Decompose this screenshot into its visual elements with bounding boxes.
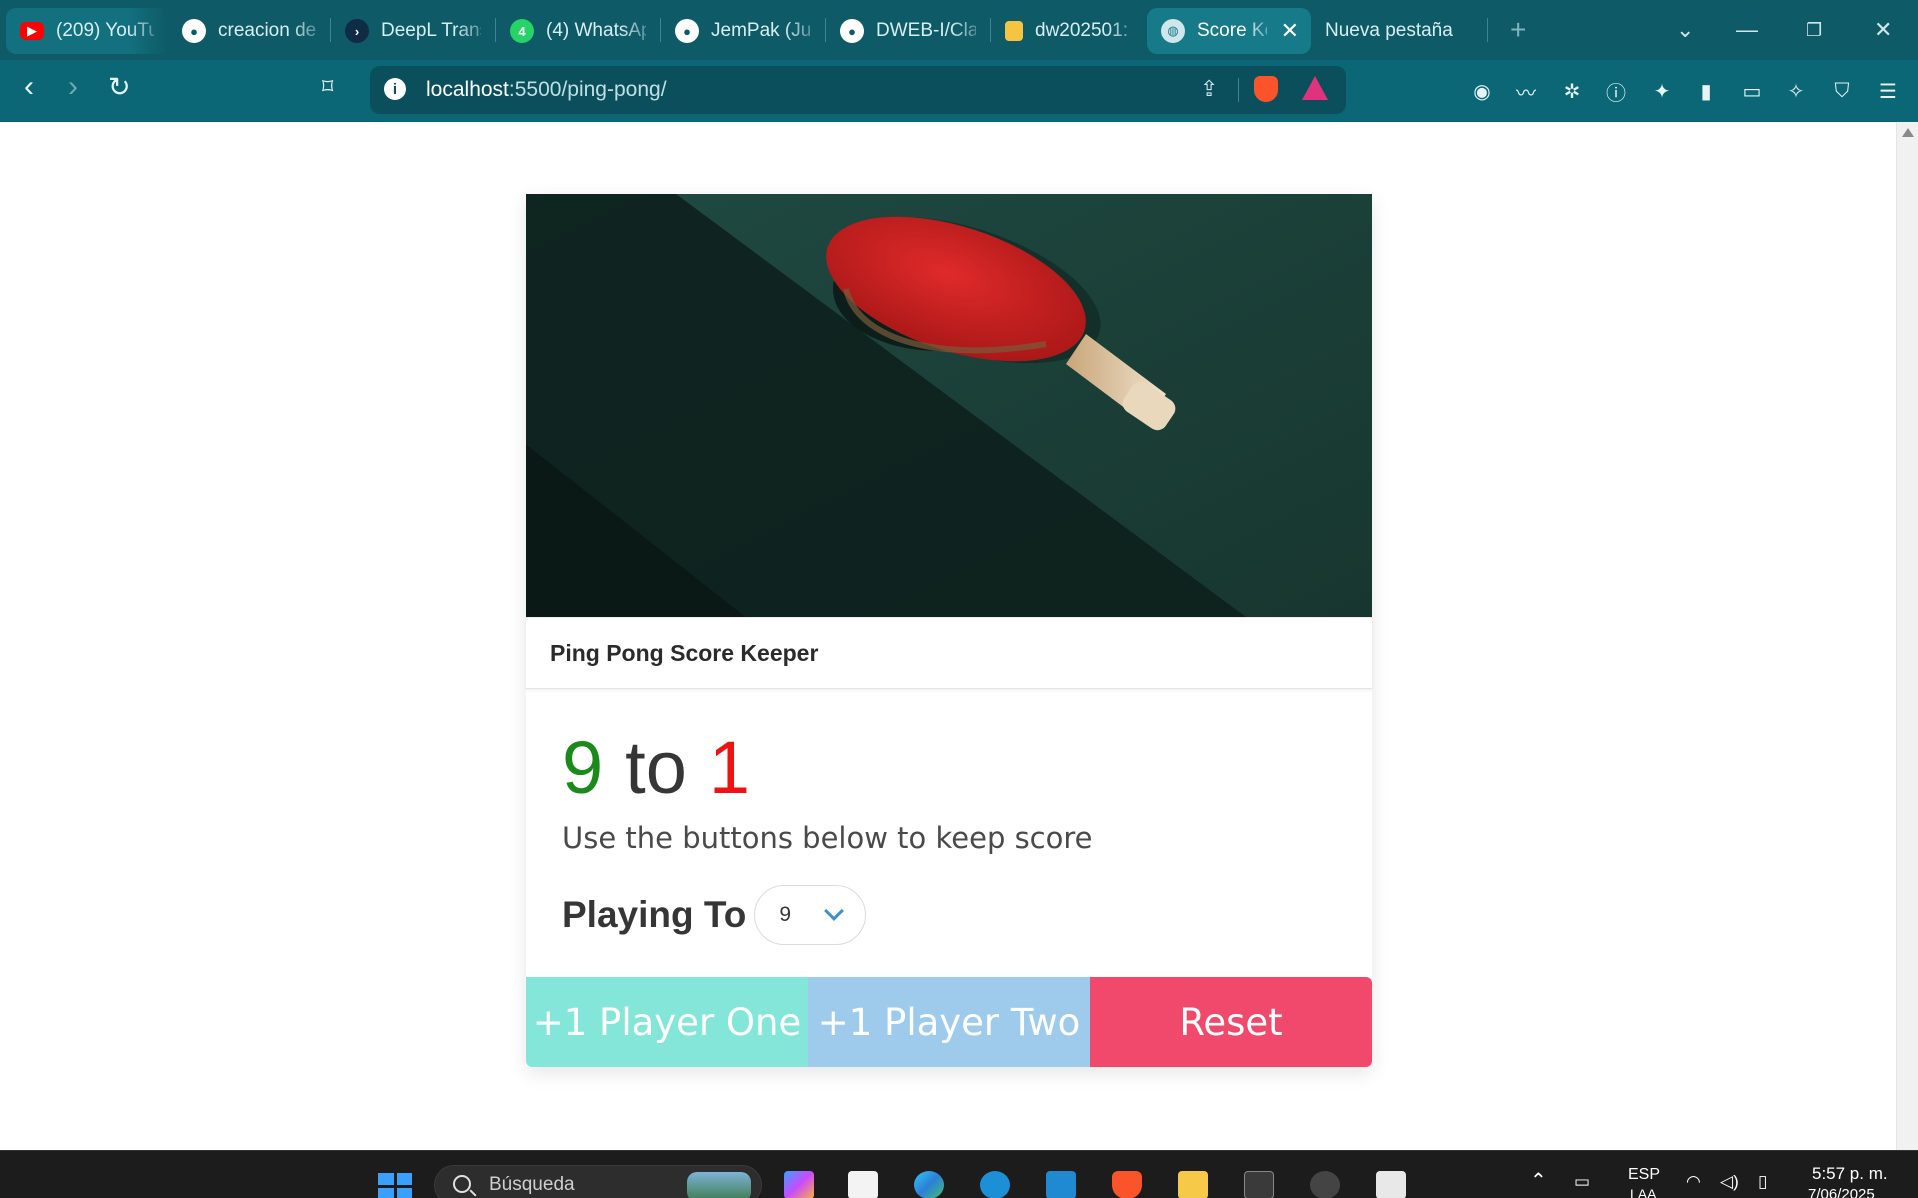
minimize-icon[interactable]: — bbox=[1736, 0, 1758, 60]
whatsapp-icon: 4 bbox=[510, 19, 534, 43]
vpn-shield-icon[interactable]: ⛉ bbox=[1830, 79, 1854, 103]
browser-tab-strip: ▶ (209) YouTube ● creacion de › DeepL Tr… bbox=[0, 0, 1918, 60]
edge-icon[interactable] bbox=[914, 1171, 944, 1198]
playing-to-row: Playing To 9 bbox=[562, 885, 1336, 945]
tab-github-jempak[interactable]: ● JemPak (Juan bbox=[661, 8, 825, 54]
battery-icon[interactable]: ▯ bbox=[1758, 1172, 1767, 1192]
brave-shields-icon[interactable] bbox=[1254, 76, 1278, 102]
deepl-icon: › bbox=[345, 19, 369, 43]
youtube-icon: ▶ bbox=[20, 22, 44, 40]
restore-icon[interactable]: ❐ bbox=[1806, 0, 1822, 60]
docker-icon[interactable] bbox=[980, 1171, 1010, 1198]
terminal-icon[interactable] bbox=[1244, 1171, 1274, 1198]
bookmark-icon[interactable]: ⌑ bbox=[322, 74, 333, 100]
address-bar[interactable]: i localhost:5500/ping-pong/ ⇪ bbox=[370, 66, 1346, 114]
clock-date: 7/06/2025 bbox=[1808, 1186, 1875, 1198]
wallet-icon[interactable]: ▭ bbox=[1740, 79, 1764, 103]
player-two-score: 1 bbox=[708, 726, 751, 809]
menu-hamburger-icon[interactable]: ☰ bbox=[1876, 79, 1900, 103]
github-icon: ● bbox=[182, 19, 206, 43]
language-variant: LAA bbox=[1630, 1186, 1657, 1198]
clock-time[interactable]: 5:57 p. m. bbox=[1812, 1164, 1888, 1184]
password-manager-icon[interactable]: ⓘ bbox=[1604, 79, 1628, 105]
card-footer: +1 Player One +1 Player Two Reset bbox=[526, 977, 1372, 1067]
microsoft-store-icon[interactable] bbox=[848, 1171, 878, 1198]
paddle-illustration bbox=[526, 194, 1372, 617]
github-icon: ● bbox=[840, 19, 864, 43]
tab-list-chevron-icon[interactable]: ⌄ bbox=[1676, 0, 1694, 60]
tab-github-dweb[interactable]: ● DWEB-I/Clas bbox=[826, 8, 990, 54]
windows-start-icon[interactable] bbox=[378, 1173, 412, 1198]
vscode-icon[interactable] bbox=[1046, 1171, 1076, 1198]
search-placeholder: Búsqueda bbox=[489, 1174, 575, 1195]
tab-new-tab[interactable]: Nueva pestaña bbox=[1311, 8, 1487, 54]
score-keeper-card: Ping Pong Score Keeper 9 to 1 Use the bu… bbox=[526, 194, 1372, 1067]
extension-eyes-icon[interactable]: ◉ bbox=[1470, 79, 1494, 103]
snipping-tool-icon[interactable] bbox=[1376, 1171, 1406, 1198]
tray-display-icon[interactable]: ▭ bbox=[1574, 1172, 1590, 1192]
reset-button[interactable]: Reset bbox=[1090, 977, 1372, 1067]
language-indicator[interactable]: ESP bbox=[1628, 1166, 1660, 1184]
new-tab-plus-icon[interactable]: + bbox=[1510, 14, 1526, 46]
tab-moodle[interactable]: dw202501: S bbox=[991, 8, 1147, 54]
extension-circle-icon[interactable]: ✲ bbox=[1560, 79, 1584, 103]
leo-ai-icon[interactable]: ✧ bbox=[1784, 79, 1808, 103]
playing-to-select[interactable]: 9 bbox=[754, 885, 867, 945]
search-highlight-image bbox=[687, 1172, 751, 1198]
card-content: 9 to 1 Use the buttons below to keep sco… bbox=[526, 689, 1372, 977]
back-icon[interactable]: ‹ bbox=[24, 70, 34, 104]
scroll-up-icon[interactable] bbox=[1902, 128, 1914, 137]
card-title: Ping Pong Score Keeper bbox=[526, 617, 1372, 689]
extension-wave-icon[interactable]: 〰 bbox=[1514, 79, 1538, 105]
score-display: 9 to 1 bbox=[562, 731, 1336, 805]
player-two-button[interactable]: +1 Player Two bbox=[808, 977, 1090, 1067]
close-window-icon[interactable]: ✕ bbox=[1874, 0, 1892, 60]
tab-youtube[interactable]: ▶ (209) YouTube bbox=[6, 8, 168, 54]
playing-to-value: 9 bbox=[779, 903, 792, 926]
extensions-puzzle-icon[interactable]: ✦ bbox=[1650, 79, 1674, 103]
search-icon bbox=[453, 1175, 471, 1193]
playing-to-label: Playing To bbox=[562, 894, 747, 935]
page-scrollbar[interactable] bbox=[1896, 122, 1918, 1150]
moodle-icon bbox=[1005, 21, 1023, 41]
chevron-down-icon bbox=[824, 901, 845, 921]
media-player-icon[interactable] bbox=[1310, 1171, 1340, 1198]
github-icon: ● bbox=[675, 19, 699, 43]
score-separator: to bbox=[625, 726, 687, 809]
tab-whatsapp[interactable]: 4 (4) WhatsApp bbox=[496, 8, 660, 54]
instructions-text: Use the buttons below to keep score bbox=[562, 821, 1093, 855]
browser-toolbar: ‹ › ↻ ⌑ i localhost:5500/ping-pong/ ⇪ ◉ … bbox=[0, 60, 1918, 122]
url-text[interactable]: localhost:5500/ping-pong/ bbox=[426, 78, 667, 102]
ping-pong-paddle-image bbox=[526, 194, 1372, 617]
site-info-icon[interactable]: i bbox=[384, 78, 406, 100]
url-path: :5500/ping-pong/ bbox=[508, 78, 667, 101]
brave-rewards-icon[interactable] bbox=[1302, 76, 1328, 100]
globe-icon: ◍ bbox=[1161, 19, 1185, 43]
taskbar-search[interactable]: Búsqueda bbox=[434, 1165, 762, 1198]
file-explorer-icon[interactable] bbox=[1178, 1171, 1208, 1198]
player-one-button[interactable]: +1 Player One bbox=[526, 977, 808, 1067]
tray-chevron-up-icon[interactable]: ⌃ bbox=[1530, 1168, 1547, 1193]
reload-icon[interactable]: ↻ bbox=[108, 72, 131, 103]
volume-icon[interactable]: ◁) bbox=[1720, 1172, 1739, 1192]
sidebar-toggle-icon[interactable]: ▮ bbox=[1694, 79, 1718, 103]
forward-icon[interactable]: › bbox=[68, 70, 78, 104]
tab-score-keeper[interactable]: ◍ Score Keeper ✕ bbox=[1147, 8, 1311, 54]
close-tab-icon[interactable]: ✕ bbox=[1281, 18, 1299, 44]
wifi-icon[interactable]: ◠ bbox=[1686, 1172, 1701, 1192]
url-host: localhost bbox=[426, 78, 509, 101]
copilot-icon[interactable] bbox=[784, 1171, 814, 1198]
tab-github-creacion[interactable]: ● creacion de bbox=[168, 8, 330, 54]
player-one-score: 9 bbox=[562, 726, 604, 809]
tab-label: Nueva pestaña bbox=[1325, 20, 1453, 41]
brave-icon[interactable] bbox=[1112, 1171, 1142, 1198]
share-icon[interactable]: ⇪ bbox=[1200, 76, 1218, 102]
tab-deepl[interactable]: › DeepL Translate bbox=[331, 8, 495, 54]
